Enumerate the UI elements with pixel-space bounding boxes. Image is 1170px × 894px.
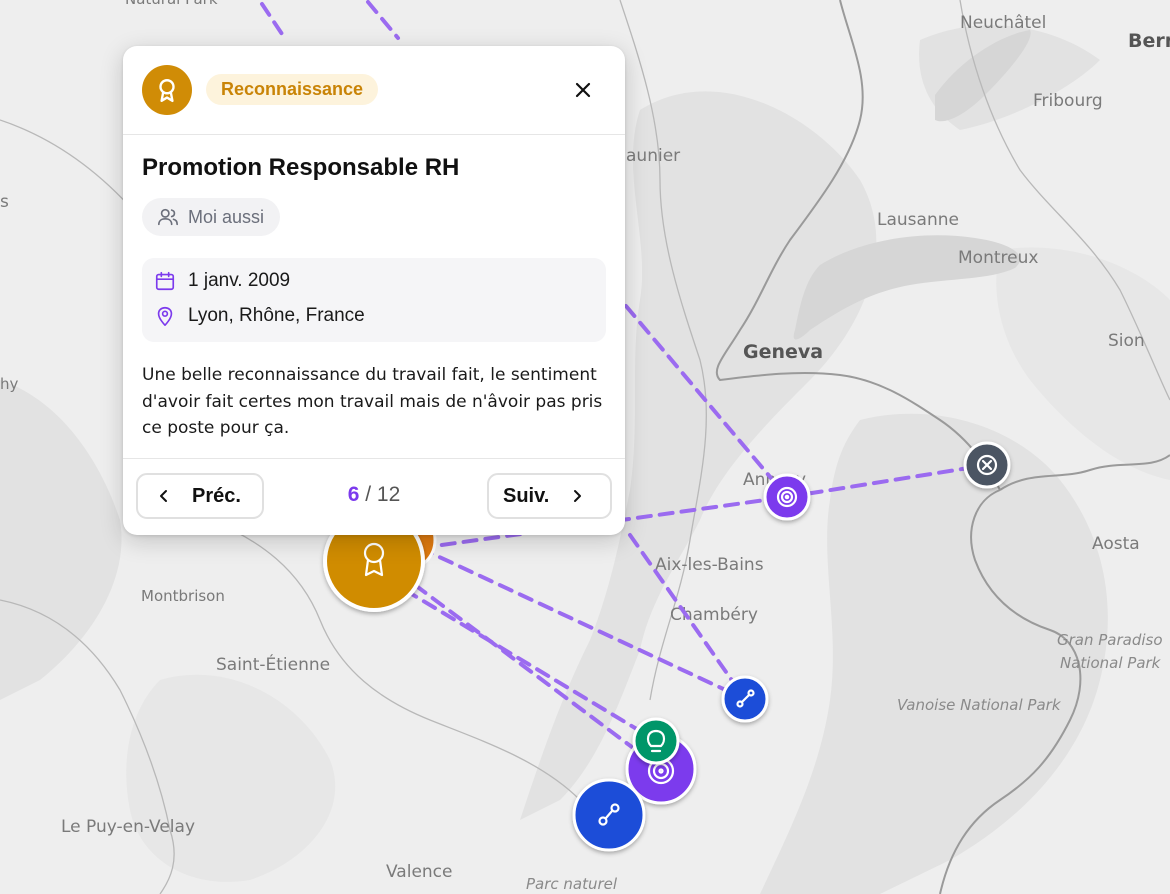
calendar-icon: [155, 271, 175, 291]
place-label: Neuchâtel: [960, 13, 1046, 33]
goal-marker-annecy[interactable]: [763, 473, 811, 521]
progress-marker-chambery[interactable]: [721, 675, 769, 723]
next-button[interactable]: Suiv.: [487, 473, 612, 519]
place-label: Aosta: [1092, 534, 1140, 554]
place-label: Valence: [386, 862, 453, 882]
counter-separator: /: [365, 483, 372, 506]
failure-marker-aosta[interactable]: [963, 441, 1011, 489]
place-label: Parc naturel: [526, 875, 618, 893]
close-button[interactable]: [569, 76, 597, 104]
users-icon: [158, 208, 178, 226]
place-label: hy: [0, 375, 19, 393]
close-icon: [575, 82, 591, 98]
place-label: Gran Paradiso: [1057, 631, 1163, 649]
place-label: Fribourg: [1033, 91, 1103, 111]
progress-marker-grenoble[interactable]: [572, 778, 646, 852]
place-label: Lausanne: [877, 210, 959, 230]
place-label: Montbrison: [141, 587, 225, 605]
map-pin-icon: [157, 306, 173, 326]
place-label: Aix-les-Bains: [655, 555, 764, 575]
next-label: Suiv.: [503, 484, 550, 507]
me-too-button[interactable]: Moi aussi: [142, 198, 281, 236]
category-pill: Reconnaissance: [206, 74, 379, 105]
date-row: 1 janv. 2009: [154, 270, 290, 292]
place-label: Bern: [1128, 30, 1170, 52]
chevron-right-icon: [574, 490, 582, 502]
category-badge: [142, 65, 192, 115]
idea-marker[interactable]: [632, 717, 680, 765]
place-label: National Park: [1060, 654, 1162, 672]
event-location: Lyon, Rhône, France: [188, 305, 365, 326]
place-label: Saint-Étienne: [216, 653, 330, 675]
place-label: aunier: [626, 146, 680, 166]
location-row: Lyon, Rhône, France: [154, 305, 365, 327]
card-footer: Préc. 6 / 12 Suiv.: [123, 458, 625, 535]
place-label: Montreux: [958, 248, 1038, 268]
total-count: 12: [376, 483, 401, 506]
event-description: Une belle reconnaissance du travail fait…: [142, 365, 603, 438]
place-label: Sion: [1108, 331, 1145, 351]
me-too-label: Moi aussi: [188, 206, 265, 227]
event-card: Reconnaissance Promotion Responsable RH …: [123, 46, 625, 535]
current-index: 6: [347, 483, 360, 506]
award-icon: [159, 79, 175, 103]
place-label: Natural Park: [125, 0, 218, 8]
place-label: Le Puy-en-Velay: [61, 817, 195, 837]
place-label: s: [0, 192, 9, 212]
event-details: 1 janv. 2009 Lyon, Rhône, France: [142, 258, 606, 342]
place-label: Vanoise National Park: [897, 696, 1062, 714]
event-date: 1 janv. 2009: [188, 270, 291, 291]
place-label: Geneva: [743, 341, 823, 363]
card-header: Reconnaissance: [123, 46, 625, 135]
event-title: Promotion Responsable RH: [142, 154, 460, 181]
